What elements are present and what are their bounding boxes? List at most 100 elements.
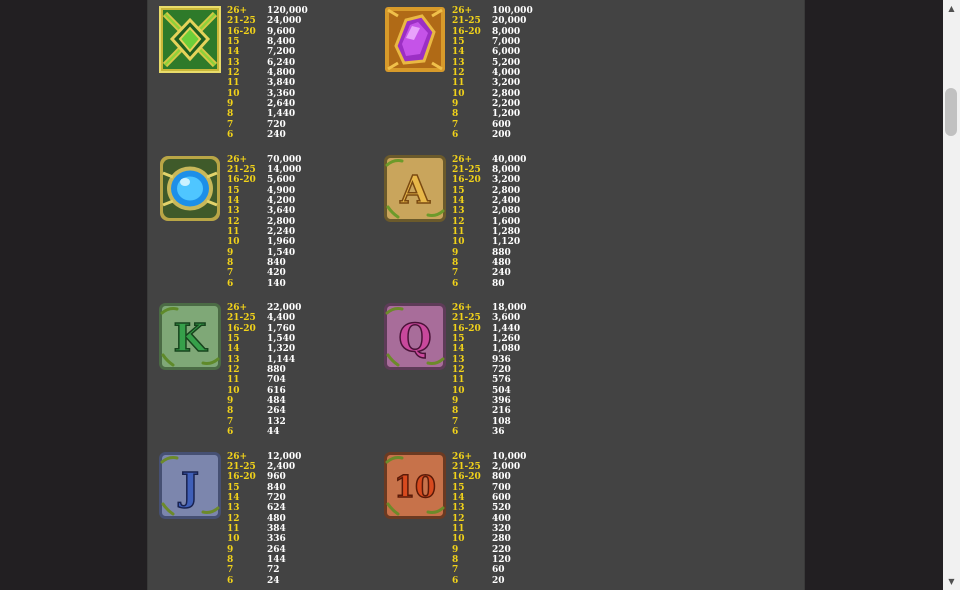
payout-value: 70,000 (267, 154, 302, 165)
payout-row: 7 132 (227, 417, 301, 427)
payout-row: 16-20 8,000 (452, 27, 533, 37)
payout-row: 21-25 4,400 (227, 313, 301, 323)
symbol-glyph: 10 (394, 470, 436, 505)
payout-value: 120,000 (267, 6, 308, 16)
symbol-count: 15 (452, 334, 465, 345)
payout-value: 504 (492, 385, 511, 396)
payout-row: 16-20 1,760 (227, 324, 301, 334)
payout-value: 240 (267, 130, 286, 141)
payout-row: 10 1,960 (227, 237, 301, 247)
payout-table: 26+ 70,000 21-25 14,000 16-20 5,600 15 4,900 14 4… (227, 155, 301, 289)
payout-value: 2,800 (492, 185, 521, 196)
payout-value: 2,080 (492, 206, 521, 217)
green-knot-icon (159, 6, 221, 73)
payout-value: 3,200 (492, 78, 521, 89)
payout-value: 3,360 (267, 88, 296, 99)
symbol-glyph: Q (398, 315, 431, 360)
payout-row: 15 840 (227, 483, 301, 493)
symbol-count: 8 (227, 406, 234, 417)
payout-row: 12 880 (227, 365, 301, 375)
payout-value: 840 (267, 257, 286, 268)
letter-q-icon: Q (384, 303, 446, 370)
payout-row: 9 484 (227, 396, 301, 406)
symbol-count: 26+ (227, 6, 248, 16)
payout-value: 200 (492, 130, 511, 141)
payout-row: 7 108 (452, 417, 526, 427)
payout-row: 16-20 960 (227, 472, 301, 482)
payout-row: 12 1,600 (452, 217, 526, 227)
symbol-count: 16-20 (227, 175, 256, 186)
payout-value: 72 (267, 565, 280, 576)
payout-value: 396 (492, 396, 511, 407)
payout-table: 26+ 18,000 21-25 3,600 16-20 1,440 15 1,260 14 1,… (452, 303, 526, 437)
symbol-count: 10 (452, 237, 465, 248)
payout-value: 1,260 (492, 334, 521, 345)
payout-value: 5,200 (492, 57, 521, 68)
symbol-count: 21-25 (227, 164, 256, 175)
symbol-count: 21-25 (452, 313, 481, 324)
payout-row: 8 480 (452, 258, 526, 268)
symbol-glyph: K (173, 315, 208, 360)
symbol-count: 16-20 (452, 323, 481, 334)
payout-row: 11 576 (452, 375, 526, 385)
symbol-count: 12 (452, 365, 465, 376)
payout-value: 1,540 (267, 334, 296, 345)
payout-value: 8,000 (492, 26, 521, 37)
payout-value: 720 (267, 492, 286, 503)
payout-row: 11 1,280 (452, 227, 526, 237)
payout-value: 18,000 (492, 303, 527, 313)
payout-table: 26+ 100,000 21-25 20,000 16-20 8,000 15 7,000 14… (452, 6, 533, 140)
symbol-count: 6 (452, 130, 459, 141)
payout-value: 3,200 (492, 175, 521, 186)
symbol-count: 14 (227, 344, 240, 355)
payout-value: 9,600 (267, 26, 296, 37)
symbol-count: 12 (452, 513, 465, 524)
symbol-count: 9 (227, 544, 234, 555)
payout-row: 9 396 (452, 396, 526, 406)
payout-row: 14 4,200 (227, 196, 301, 206)
symbol-count: 15 (452, 482, 465, 493)
symbol-count: 21-25 (452, 164, 481, 175)
payout-row: 26+ 10,000 (452, 452, 526, 462)
payout-value: 5,600 (267, 175, 296, 186)
payout-value: 600 (492, 119, 511, 130)
payout-row: 11 3,840 (227, 78, 308, 88)
payout-row: 6 140 (227, 279, 301, 289)
payout-value: 616 (267, 385, 286, 396)
payout-row: 7 720 (227, 120, 308, 130)
payout-row: 9 2,200 (452, 99, 533, 109)
payout-value: 2,400 (492, 195, 521, 206)
symbol-count: 21-25 (227, 16, 256, 27)
purple-gem-icon (384, 6, 446, 73)
symbol-count: 11 (227, 78, 240, 89)
payout-value: 1,320 (267, 344, 296, 355)
payout-row: 15 700 (452, 483, 526, 493)
vertical-scrollbar[interactable]: ▲ ▼ (943, 0, 960, 590)
payout-row: 6 24 (227, 576, 301, 586)
payout-value: 240 (492, 268, 511, 279)
scroll-down-arrow-icon[interactable]: ▼ (943, 573, 960, 590)
symbol-count: 8 (452, 257, 459, 268)
payout-row: 12 400 (452, 514, 526, 524)
payout-value: 800 (492, 472, 511, 483)
symbol-count: 16-20 (227, 323, 256, 334)
symbol-count: 10 (227, 385, 240, 396)
payout-value: 4,900 (267, 185, 296, 196)
payout-row: 10 1,120 (452, 237, 526, 247)
payout-value: 36 (492, 427, 505, 438)
payout-value: 120 (492, 554, 511, 565)
symbol-count: 21-25 (452, 16, 481, 27)
payout-value: 20 (492, 575, 505, 586)
symbol-count: 9 (452, 544, 459, 555)
payout-row: 9 220 (452, 545, 526, 555)
payout-row: 21-25 14,000 (227, 165, 301, 175)
payout-value: 8,000 (492, 164, 521, 175)
scroll-up-arrow-icon[interactable]: ▲ (943, 0, 960, 17)
payout-value: 400 (492, 513, 511, 524)
payout-value: 264 (267, 406, 286, 417)
symbol-count: 12 (452, 68, 465, 79)
payout-row: 8 840 (227, 258, 301, 268)
scroll-thumb[interactable] (945, 88, 957, 136)
letter-j-icon: J (159, 451, 221, 519)
payout-row: 15 8,400 (227, 37, 308, 47)
